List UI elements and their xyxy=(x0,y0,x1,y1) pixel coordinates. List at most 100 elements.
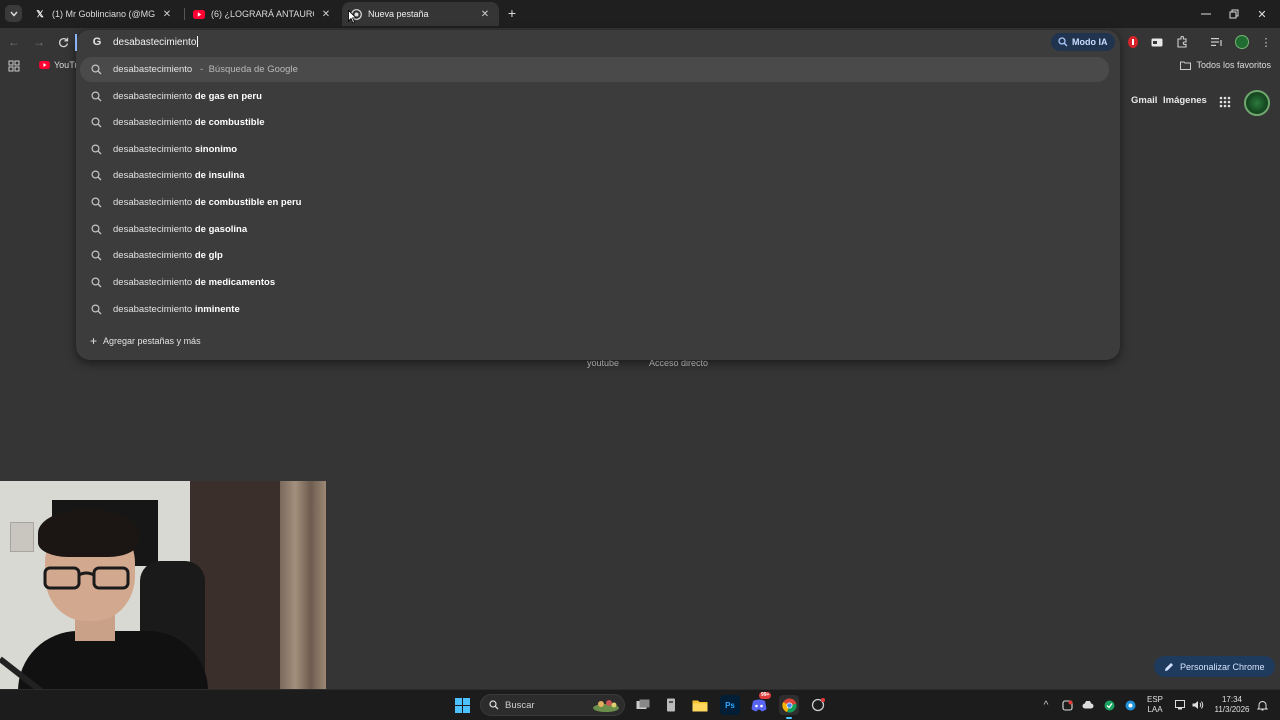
suggestion-text: desabastecimiento de combustible en peru xyxy=(113,197,302,208)
suggestion-item[interactable]: desabastecimiento sinonimo xyxy=(80,137,1109,162)
file-explorer-icon[interactable] xyxy=(690,695,710,715)
tray-sync-icon[interactable] xyxy=(1061,699,1073,711)
apps-grid-icon[interactable] xyxy=(8,60,20,72)
extension-red-icon[interactable] xyxy=(1125,34,1141,50)
extension-card-icon[interactable] xyxy=(1149,34,1165,50)
suggestion-prefix: desabastecimiento xyxy=(113,197,193,208)
suggestion-item[interactable]: desabastecimiento de gas en peru xyxy=(80,84,1109,109)
all-bookmarks-label: Todos los favoritos xyxy=(1196,60,1271,70)
suggestion-completion: de gas en peru xyxy=(194,91,262,102)
photoshop-icon[interactable]: Ps xyxy=(720,695,740,715)
tab-x-profile[interactable]: 𝕏 (1) Mr Goblinciano (@MGoblinc ✕ xyxy=(26,2,181,26)
suggestion-completion: sinonimo xyxy=(194,144,238,155)
images-link[interactable]: Imágenes xyxy=(1163,95,1207,106)
bookmark-youtube[interactable]: YouTu xyxy=(39,60,79,70)
add-tabs-and-more-button[interactable]: + Agregar pestañas y más xyxy=(90,334,201,348)
profile-avatar-icon[interactable] xyxy=(1234,34,1250,50)
suggestion-completion: de medicamentos xyxy=(194,277,276,288)
suggestion-item[interactable]: desabastecimiento de medicamentos xyxy=(80,270,1109,295)
suggestion-item[interactable]: desabastecimiento de combustible en peru xyxy=(80,190,1109,215)
suggestion-search-google[interactable]: desabastecimiento - Búsqueda de Google xyxy=(80,57,1109,82)
chrome-icon[interactable] xyxy=(779,695,799,715)
pencil-icon xyxy=(1165,662,1173,671)
new-tab-plus-icon[interactable]: + xyxy=(505,5,519,21)
taskbar-search-placeholder: Buscar xyxy=(505,699,535,711)
task-view-icon[interactable] xyxy=(633,695,653,715)
youtube-icon xyxy=(193,8,205,20)
search-icon xyxy=(91,224,102,235)
close-tab-icon[interactable]: ✕ xyxy=(161,8,173,20)
volume-icon[interactable] xyxy=(1192,699,1204,711)
suggestion-item[interactable]: desabastecimiento inminente xyxy=(80,297,1109,322)
app-printer-icon[interactable] xyxy=(661,695,681,715)
discord-badge: 99+ xyxy=(759,692,772,699)
kebab-menu-icon[interactable]: ⋮ xyxy=(1258,34,1274,50)
app-update-icon[interactable] xyxy=(808,695,828,715)
tab-youtube-video[interactable]: (6) ¿LOGRARÁ ANTAURO HUMALA ✕ xyxy=(185,2,340,26)
clock[interactable]: 17:34 11/3/2026 xyxy=(1212,695,1252,715)
tab-title: Nueva pestaña xyxy=(368,9,429,19)
person-hair xyxy=(38,509,138,557)
gmail-link[interactable]: Gmail xyxy=(1131,95,1157,106)
gmail-label: Gmail xyxy=(1131,95,1158,106)
microphone-icon[interactable] xyxy=(1126,699,1138,711)
search-icon xyxy=(91,250,102,261)
restore-icon[interactable] xyxy=(1226,6,1242,22)
suggestion-item[interactable]: desabastecimiento de combustible xyxy=(80,110,1109,135)
network-icon[interactable] xyxy=(1175,699,1187,711)
windows-start-icon[interactable] xyxy=(455,698,470,713)
suggestion-separator: - xyxy=(200,64,204,75)
forward-arrow-icon[interactable]: → xyxy=(31,34,47,50)
account-avatar[interactable] xyxy=(1244,90,1270,116)
tab-search-button[interactable] xyxy=(5,5,22,22)
curtain xyxy=(280,481,326,720)
suggestion-prefix: desabastecimiento xyxy=(113,224,193,235)
images-label: Imágenes xyxy=(1163,95,1207,106)
search-icon xyxy=(91,64,102,75)
folder-icon xyxy=(1180,61,1192,70)
minimize-icon[interactable] xyxy=(1198,6,1214,22)
search-icon xyxy=(91,277,102,288)
keyboard-layout: LAA xyxy=(1147,705,1163,714)
suggestion-prefix: desabastecimiento xyxy=(113,304,193,315)
taskbar-search-box[interactable]: Buscar xyxy=(480,694,625,716)
suggestion-completion: de glp xyxy=(194,250,223,261)
google-apps-icon[interactable] xyxy=(1219,96,1231,108)
x-logo-icon: 𝕏 xyxy=(36,8,44,19)
onedrive-cloud-icon[interactable] xyxy=(1082,699,1094,711)
media-queue-icon[interactable] xyxy=(1209,34,1225,50)
language-indicator[interactable]: ESP LAA xyxy=(1147,695,1163,715)
tab-title: (1) Mr Goblinciano (@MGoblinc xyxy=(52,9,155,19)
language-code: ESP xyxy=(1147,695,1164,704)
customize-label: Personalizar Chrome xyxy=(1180,661,1265,672)
suggestion-item[interactable]: desabastecimiento de insulina xyxy=(80,163,1109,188)
suggestion-text: desabastecimiento de medicamentos xyxy=(113,277,275,288)
close-tab-icon[interactable]: ✕ xyxy=(320,8,332,20)
close-window-icon[interactable]: ✕ xyxy=(1254,6,1270,22)
suggestion-completion: de combustible en peru xyxy=(194,197,302,208)
all-bookmarks-button[interactable]: Todos los favoritos xyxy=(1180,60,1271,70)
search-highlight-icon xyxy=(593,700,619,712)
omnibox-input-row[interactable]: G desabastecimiento Modo IA xyxy=(76,30,1120,54)
notification-bell-icon[interactable] xyxy=(1256,699,1268,711)
suggestion-item[interactable]: desabastecimiento de glp xyxy=(80,243,1109,268)
tab-title: (6) ¿LOGRARÁ ANTAURO HUMALA xyxy=(211,9,314,19)
ai-mode-button[interactable]: Modo IA xyxy=(1051,33,1115,51)
tray-overflow-chevron-icon[interactable]: ^ xyxy=(1040,699,1052,711)
security-shield-icon[interactable] xyxy=(1103,699,1115,711)
omnibox-input[interactable]: desabastecimiento xyxy=(113,36,199,48)
chevron-down-icon xyxy=(9,11,18,17)
reload-icon[interactable] xyxy=(55,34,71,50)
back-arrow-icon[interactable]: ← xyxy=(6,34,22,50)
suggestion-text: desabastecimiento sinonimo xyxy=(113,144,237,155)
close-tab-icon[interactable]: ✕ xyxy=(479,8,491,20)
suggestion-completion: de insulina xyxy=(194,170,245,181)
suggestion-item[interactable]: desabastecimiento de gasolina xyxy=(80,217,1109,242)
extensions-puzzle-icon[interactable] xyxy=(1174,34,1190,50)
discord-icon[interactable]: 99+ xyxy=(749,692,772,715)
tab-new-tab[interactable]: Nueva pestaña ✕ xyxy=(342,2,499,26)
customize-chrome-button[interactable]: Personalizar Chrome xyxy=(1154,656,1275,677)
omnibox-dropdown: G desabastecimiento Modo IA desabastecim… xyxy=(75,30,1120,360)
ai-search-icon xyxy=(1058,37,1068,47)
suggestion-text: desabastecimiento de gasolina xyxy=(113,224,247,235)
